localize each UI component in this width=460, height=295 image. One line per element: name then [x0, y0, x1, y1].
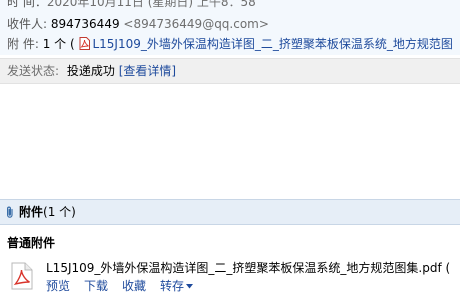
- time-row: 时 间：2020年10月11日 (星期日) 上午8：58: [7, 0, 256, 10]
- time-value: 2020年10月11日 (星期日) 上午8：58: [46, 0, 256, 9]
- preview-link[interactable]: 预览: [46, 279, 70, 293]
- send-status-label: 发送状态:: [7, 64, 60, 78]
- attachment-actions: 预览 下载 收藏 转存: [46, 278, 194, 294]
- attachment-name-link[interactable]: L15J109_外墙外保温构造详图_二_挤塑聚苯板保温系统_地方规范图: [92, 37, 452, 51]
- attachment-label: 附 件:: [7, 37, 39, 51]
- download-link[interactable]: 下载: [84, 279, 108, 293]
- send-status-bar: 发送状态: 投递成功 [查看详情]: [0, 58, 460, 84]
- pdf-file-icon[interactable]: [11, 262, 33, 290]
- attachments-bar: 附件(1 个): [0, 199, 460, 225]
- send-status-value: 投递成功: [66, 64, 115, 78]
- attachment-row: 附 件: 1 个 ( L15J109_外墙外保温构造详图_二_挤塑聚苯板保温系统…: [7, 36, 453, 52]
- paperclip-icon: [7, 206, 13, 218]
- mail-header: 时 间：2020年10月11日 (星期日) 上午8：58 收件人: 894736…: [0, 0, 460, 55]
- attachment-file-name[interactable]: L15J109_外墙外保温构造详图_二_挤塑聚苯板保温系统_地方规范图集.pdf…: [46, 260, 450, 276]
- view-details-link[interactable]: [查看详情]: [119, 64, 176, 78]
- recipient-name[interactable]: 894736449: [51, 17, 120, 31]
- attachment-count: 1 个 (: [42, 37, 75, 51]
- pdf-icon: [79, 37, 91, 50]
- recipient-row: 收件人: 894736449 <894736449@qq.com>: [7, 16, 269, 32]
- time-label: 时 间：: [7, 0, 47, 9]
- recipient-label: 收件人:: [7, 17, 48, 31]
- attachments-title: 附件: [19, 205, 44, 219]
- normal-attachments-title: 普通附件: [7, 236, 56, 250]
- save-to-link[interactable]: 转存: [160, 279, 184, 293]
- chevron-down-icon[interactable]: [186, 284, 194, 289]
- recipient-email: <894736449@qq.com>: [123, 17, 269, 31]
- favorite-link[interactable]: 收藏: [122, 279, 146, 293]
- attachments-count: (1 个): [43, 205, 76, 219]
